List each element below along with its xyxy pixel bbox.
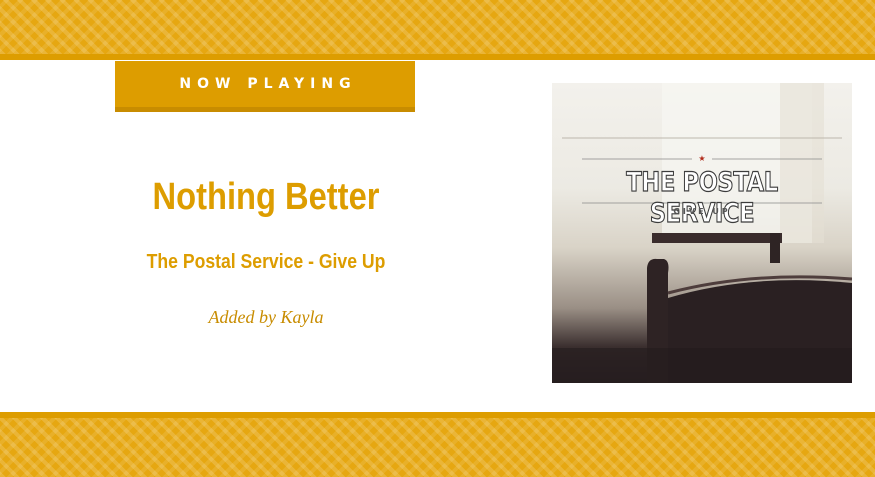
track-info: Nothing Better The Postal Service - Give… (80, 160, 452, 330)
svg-text:★: ★ (698, 154, 705, 163)
album-subtitle: GIVE UP (673, 207, 731, 216)
album-art-illustration: ★ (552, 83, 852, 383)
track-artist-album: The Postal Service - Give Up (146, 251, 386, 273)
album-art: ★ THE POSTAL SERVICE GIVE UP (552, 83, 852, 383)
album-band-name: THE POSTAL SERVICE (626, 166, 779, 229)
bottom-pattern-band (0, 412, 875, 477)
now-playing-tab: NOW PLAYING (115, 61, 415, 112)
now-playing-label: NOW PLAYING (179, 76, 357, 92)
top-pattern-band (0, 0, 875, 60)
added-by-text: Added by Kayla (208, 307, 324, 327)
now-playing-card: NOW PLAYING Nothing Better The Postal Se… (0, 0, 875, 477)
track-title: Nothing Better (152, 176, 380, 218)
